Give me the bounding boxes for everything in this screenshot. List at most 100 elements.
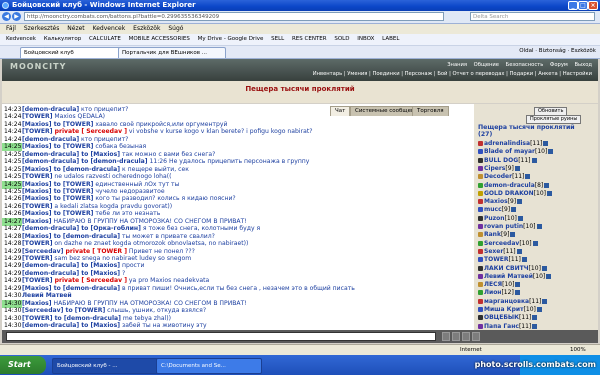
search-input[interactable]: Delta Search [470, 12, 595, 21]
user-name[interactable]: Puzon [484, 215, 505, 222]
info-icon[interactable] [532, 240, 538, 246]
chat-nick[interactable]: [Maxios] [22, 181, 52, 188]
user-list-item[interactable]: Папа Ганс[11] [478, 323, 538, 330]
toggle-ruins-checkbox[interactable]: Проклятые руины [526, 115, 582, 124]
user-name[interactable]: ЛЕСЯ [484, 281, 502, 288]
taskbar-item-explorer[interactable]: C:\Documents and Se... [156, 358, 262, 374]
settings-icon[interactable] [472, 332, 480, 341]
clear-icon[interactable] [462, 332, 470, 341]
user-name[interactable]: ОВЦЕБЫК [484, 314, 519, 321]
chat-nick[interactable]: [TOWER] [22, 203, 52, 210]
menu-tools[interactable]: Eszközök [133, 25, 160, 32]
user-name[interactable]: Serceedav [484, 240, 519, 247]
chat-private-tag[interactable]: private [ TOWER ] [63, 248, 127, 255]
start-button[interactable]: Start [0, 356, 46, 374]
chat-recipient[interactable]: to [Maxios] [79, 151, 120, 158]
chat-nick[interactable]: [Maxios] [22, 300, 52, 307]
chat-nick[interactable]: [Serceedav] [22, 248, 63, 255]
chat-nick[interactable]: [demon-dracula] [22, 322, 79, 329]
menu-help[interactable]: Súgó [168, 25, 183, 32]
user-name[interactable]: марганцовка [484, 298, 529, 305]
user-name[interactable]: Папа Ганс [484, 323, 519, 330]
menu-file[interactable]: Fájl [6, 25, 16, 32]
tab-trade[interactable]: Торговля [412, 106, 449, 116]
chat-nick[interactable]: [Maxios] [22, 195, 52, 202]
chat-recipient[interactable]: to [TOWER] [52, 121, 94, 128]
cmd-page[interactable]: Oldal [519, 48, 533, 54]
forward-button[interactable]: ▶ [12, 12, 21, 21]
chat-nick[interactable]: [TOWER] [22, 255, 52, 262]
chat-nick[interactable]: [TOWER] [22, 113, 52, 120]
user-name[interactable]: Левий Матвей [484, 273, 533, 280]
info-icon[interactable] [515, 282, 521, 288]
info-icon[interactable] [532, 315, 538, 321]
nav-communication[interactable]: Общение [474, 62, 499, 68]
info-icon[interactable] [544, 182, 550, 188]
chat-nick[interactable]: [demon-dracula] [22, 225, 79, 232]
chat-nick[interactable]: [demon-dracula] [22, 136, 79, 143]
cmd-tools[interactable]: Eszközök [571, 48, 596, 54]
info-icon[interactable] [543, 141, 549, 146]
close-button[interactable]: × [588, 1, 598, 10]
chat-recipient[interactable]: to [TOWER] [52, 181, 94, 188]
info-icon[interactable] [511, 207, 517, 213]
chat-recipient[interactable]: to [TOWER] [52, 143, 94, 150]
chat-recipient[interactable]: to [Maxios] [79, 322, 120, 329]
user-name[interactable]: adrenalindisa [484, 140, 530, 147]
info-icon[interactable] [548, 149, 554, 155]
chat-recipient[interactable]: to [TOWER] [52, 195, 94, 202]
info-icon[interactable] [514, 290, 520, 296]
taskbar-item-browser[interactable]: Бойцовский клуб - ... [52, 358, 158, 374]
info-icon[interactable] [536, 307, 542, 312]
nav-security[interactable]: Безопасность [506, 62, 544, 68]
fav-item[interactable]: RES CENTER [292, 34, 327, 45]
user-name[interactable]: Blade of mayar [484, 148, 535, 155]
info-icon[interactable] [532, 323, 538, 329]
info-icon[interactable] [517, 199, 523, 205]
chat-input[interactable] [6, 332, 436, 341]
tab-portal[interactable]: Портальчик для ВЕшников ... [118, 47, 226, 58]
chat-nick[interactable]: [TOWER] [22, 277, 52, 284]
user-name[interactable]: Лион [484, 289, 501, 296]
user-name[interactable]: demon-dracula [484, 182, 535, 189]
chat-nick[interactable]: [Serceedav] [22, 307, 63, 314]
fav-item[interactable]: MOBILE ACCESSORIES [129, 34, 190, 45]
tab-chat[interactable]: Чат [330, 106, 351, 116]
chat-recipient[interactable]: to [demon-dracula] [52, 166, 120, 173]
info-icon[interactable] [516, 248, 522, 254]
fav-item[interactable]: SOLD [334, 34, 349, 45]
chat-recipient[interactable]: to [demon-dracula] [52, 285, 120, 292]
menu-view[interactable]: Nézet [67, 25, 84, 32]
menu-favorites[interactable]: Kedvencek [93, 25, 126, 32]
info-icon[interactable] [510, 232, 516, 238]
chat-recipient[interactable]: to [Maxios] [79, 270, 120, 277]
info-icon[interactable] [517, 215, 523, 221]
chat-recipient[interactable]: to [TOWER] [52, 188, 94, 195]
chat-nick[interactable]: [TOWER] [22, 128, 52, 135]
url-input[interactable]: http://moonctry.combats.com/battons.pl?b… [24, 12, 444, 21]
nav-exit[interactable]: Выход [575, 62, 593, 68]
chat-recipient[interactable]: to [Орка-гоблин] [79, 225, 141, 232]
info-icon[interactable] [541, 265, 547, 271]
fav-item[interactable]: SELL [271, 34, 284, 45]
chat-recipient[interactable]: to [demon-dracula] [52, 233, 120, 240]
info-icon[interactable] [546, 273, 552, 279]
nav-knowledge[interactable]: Знания [447, 62, 467, 68]
user-name[interactable]: Sexer [484, 248, 503, 255]
user-name[interactable]: TOWER [484, 256, 509, 263]
info-icon[interactable] [525, 174, 531, 180]
fav-item[interactable]: CALCULATE [89, 34, 121, 45]
fav-item[interactable]: Калькулятор [44, 34, 82, 45]
user-name[interactable]: BULL DOG [484, 157, 518, 164]
chat-nick[interactable]: [TOWER] [22, 240, 52, 247]
tab-combats[interactable]: Бойцовский клуб [20, 47, 123, 58]
fav-item[interactable]: LABEL [382, 34, 399, 45]
minimize-button[interactable]: _ [568, 1, 578, 10]
chat-recipient[interactable]: to [TOWER] [63, 307, 106, 314]
chat-nick[interactable]: Левий Матвей [22, 292, 72, 299]
chat-nick[interactable]: [Maxios] [22, 188, 52, 195]
chat-log[interactable]: 14:23[demon-dracula] кто прицепит? 14:24[… [2, 104, 474, 330]
chat-private-tag[interactable]: private [ Serceedav ] [52, 128, 127, 135]
smile-icon[interactable] [452, 332, 460, 341]
maximize-button[interactable]: □ [578, 1, 588, 10]
